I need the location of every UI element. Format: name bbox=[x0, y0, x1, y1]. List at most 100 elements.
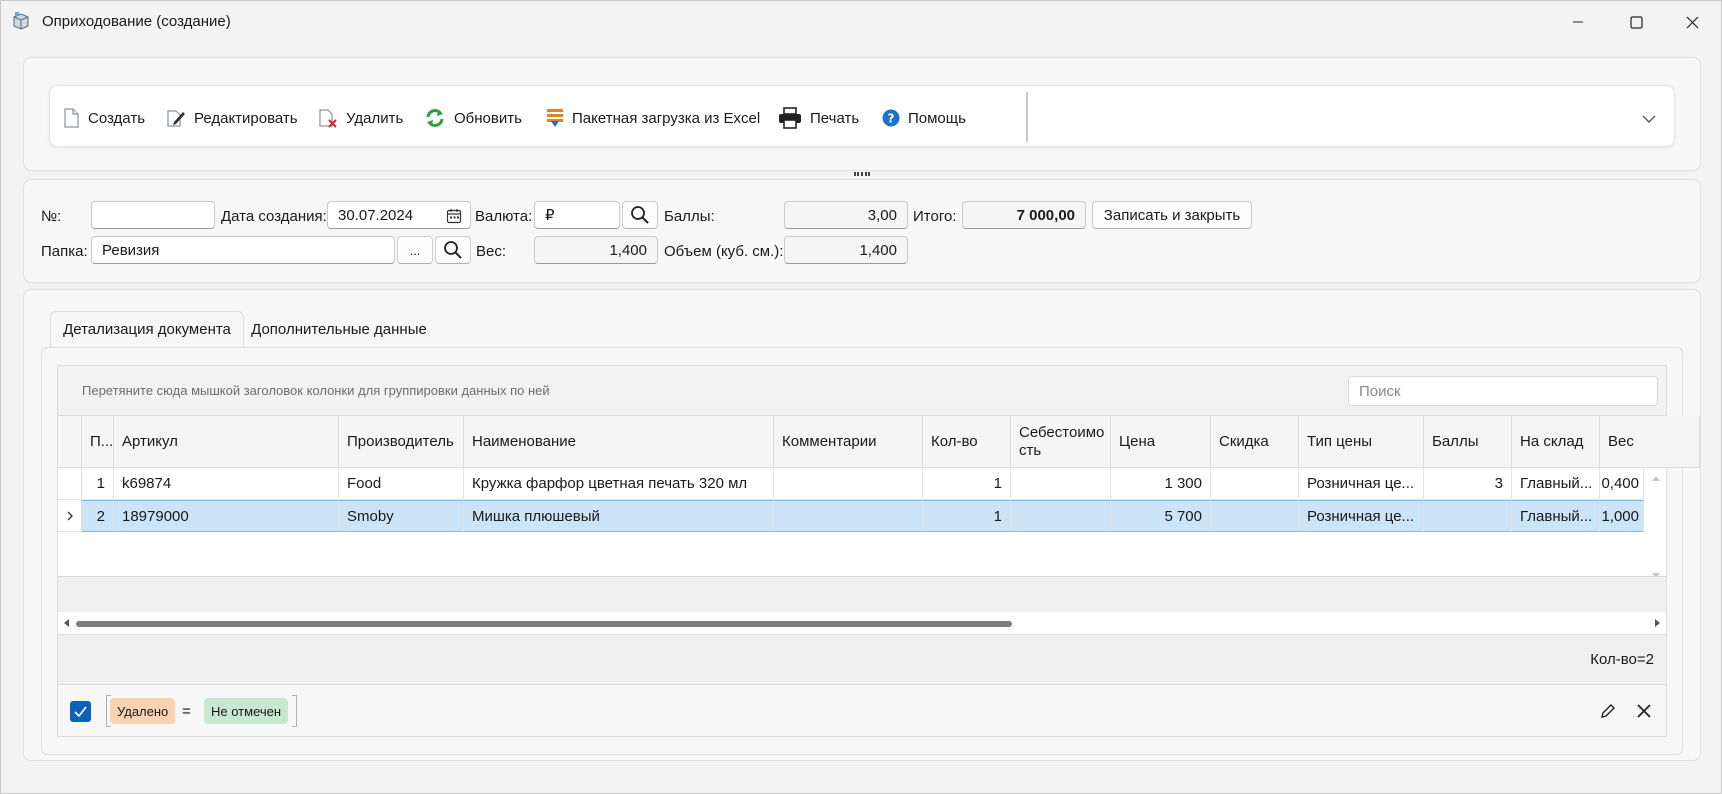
printer-icon bbox=[779, 107, 801, 129]
create-button[interactable]: Создать bbox=[62, 106, 145, 130]
column-header[interactable]: П... bbox=[82, 416, 114, 468]
group-hint: Перетяните сюда мышкой заголовок колонки… bbox=[82, 383, 550, 398]
refresh-button[interactable]: Обновить bbox=[424, 106, 522, 130]
save-close-button[interactable]: Записать и закрыть bbox=[1092, 201, 1252, 229]
grid-search-input[interactable]: Поиск bbox=[1348, 376, 1658, 406]
filter-enabled-checkbox[interactable] bbox=[70, 701, 91, 722]
chevron-down-icon[interactable] bbox=[1638, 108, 1660, 130]
import-excel-label: Пакетная загрузка из Excel bbox=[572, 109, 761, 127]
row-indicator[interactable] bbox=[58, 468, 82, 500]
cell-name[interactable]: Мишка плюшевый bbox=[464, 500, 774, 532]
number-field[interactable] bbox=[91, 201, 215, 229]
column-header[interactable]: Скидка bbox=[1211, 416, 1299, 468]
scroll-right-icon[interactable] bbox=[1654, 618, 1662, 628]
cell-weight[interactable]: 1,000 bbox=[1600, 500, 1644, 532]
filter-operator[interactable]: = bbox=[180, 698, 193, 724]
column-header[interactable]: Цена bbox=[1111, 416, 1211, 468]
cell-warehouse[interactable]: Главный... bbox=[1512, 500, 1600, 532]
maximize-icon bbox=[1629, 15, 1643, 29]
scroll-up-icon[interactable] bbox=[1651, 474, 1661, 482]
cell-comments[interactable] bbox=[774, 500, 923, 532]
column-header[interactable]: Кол-во bbox=[923, 416, 1011, 468]
table-row-selected[interactable]: 2 18979000 Smoby Мишка плюшевый 1 5 700 … bbox=[58, 500, 1644, 532]
currency-field[interactable]: ₽ bbox=[534, 201, 620, 229]
cell-manufacturer[interactable]: Smoby bbox=[339, 500, 464, 532]
row-indicator[interactable] bbox=[58, 500, 82, 532]
points-label: Баллы: bbox=[664, 208, 715, 225]
column-header[interactable]: Артикул bbox=[114, 416, 339, 468]
folder-browse-button[interactable]: ... bbox=[397, 236, 433, 264]
column-header[interactable]: На склад bbox=[1512, 416, 1600, 468]
cell-weight[interactable]: 0,400 bbox=[1600, 468, 1644, 500]
print-button[interactable]: Печать bbox=[778, 106, 859, 130]
cell-price-type[interactable]: Розничная це... bbox=[1299, 468, 1424, 500]
tab-additional-data[interactable]: Дополнительные данные bbox=[248, 311, 430, 347]
cell-cost[interactable] bbox=[1011, 468, 1111, 500]
row-indicator-header bbox=[58, 416, 82, 468]
points-field[interactable]: 3,00 bbox=[784, 201, 908, 229]
cell-quantity[interactable]: 1 bbox=[923, 468, 1011, 500]
splitter-grip[interactable] bbox=[854, 172, 870, 176]
currency-search-button[interactable] bbox=[622, 201, 658, 229]
import-excel-button[interactable]: Пакетная загрузка из Excel bbox=[546, 106, 760, 130]
delete-document-icon bbox=[319, 109, 337, 128]
cell-quantity[interactable]: 1 bbox=[923, 500, 1011, 532]
column-header[interactable]: Баллы bbox=[1424, 416, 1512, 468]
folder-field[interactable]: Ревизия bbox=[91, 236, 395, 264]
cell-manufacturer[interactable]: Food bbox=[339, 468, 464, 500]
cell-discount[interactable] bbox=[1211, 468, 1299, 500]
cell-comments[interactable] bbox=[774, 468, 923, 500]
filter-value-chip[interactable]: Не отмечен bbox=[204, 698, 289, 724]
column-header[interactable]: Наименование bbox=[464, 416, 774, 468]
column-header[interactable]: Комментарии bbox=[774, 416, 923, 468]
cell-article[interactable]: k69874 bbox=[114, 468, 339, 500]
volume-field[interactable]: 1,400 bbox=[784, 236, 908, 264]
edit-button[interactable]: Редактировать bbox=[166, 106, 298, 130]
maximize-button[interactable] bbox=[1607, 1, 1665, 43]
number-label: №: bbox=[41, 208, 62, 225]
cell-warehouse[interactable]: Главный... bbox=[1512, 468, 1600, 500]
column-header[interactable]: Производитель bbox=[339, 416, 464, 468]
calendar-icon[interactable] bbox=[446, 208, 462, 224]
cell-price[interactable]: 5 700 bbox=[1111, 500, 1211, 532]
table-row[interactable]: 1 k69874 Food Кружка фарфор цветная печа… bbox=[58, 468, 1644, 500]
cell-article[interactable]: 18979000 bbox=[114, 500, 339, 532]
delete-button[interactable]: Удалить bbox=[318, 106, 403, 130]
new-document-icon bbox=[64, 108, 79, 128]
folder-search-button[interactable] bbox=[435, 236, 471, 264]
currency-label: Валюта: bbox=[475, 208, 533, 225]
horizontal-scrollbar[interactable] bbox=[58, 612, 1666, 634]
cell-name[interactable]: Кружка фарфор цветная печать 320 мл bbox=[464, 468, 774, 500]
cell-price-type[interactable]: Розничная це... bbox=[1299, 500, 1424, 532]
minimize-button[interactable] bbox=[1549, 1, 1607, 43]
close-window-button[interactable] bbox=[1663, 1, 1721, 43]
tab-document-details[interactable]: Детализация документа bbox=[50, 311, 244, 347]
help-button[interactable]: ? Помощь bbox=[882, 106, 966, 130]
print-label: Печать bbox=[810, 109, 860, 127]
clear-filter-icon[interactable] bbox=[1636, 703, 1652, 719]
group-panel[interactable]: Перетяните сюда мышкой заголовок колонки… bbox=[58, 366, 1666, 416]
cell-points[interactable] bbox=[1424, 500, 1512, 532]
create-label: Создать bbox=[88, 109, 146, 127]
cell-cost[interactable] bbox=[1011, 500, 1111, 532]
horizontal-scroll-thumb[interactable] bbox=[76, 621, 1012, 627]
cell-discount[interactable] bbox=[1211, 500, 1299, 532]
filter-bracket-close bbox=[292, 695, 297, 727]
weight-field[interactable]: 1,400 bbox=[534, 236, 658, 264]
date-field[interactable]: 30.07.2024 bbox=[327, 201, 471, 229]
window-title: Оприходование (создание) bbox=[42, 13, 231, 30]
column-header[interactable]: Себестоимо сть bbox=[1011, 416, 1111, 468]
scroll-left-icon[interactable] bbox=[62, 618, 70, 628]
cell-points[interactable]: 3 bbox=[1424, 468, 1512, 500]
total-field[interactable]: 7 000,00 bbox=[962, 201, 1086, 229]
grid-status-bar: Кол-во=2 bbox=[58, 634, 1666, 684]
vertical-scrollbar[interactable] bbox=[1646, 468, 1666, 588]
filter-field-chip[interactable]: Удалено bbox=[110, 698, 176, 724]
search-icon bbox=[631, 206, 649, 224]
pencil-icon[interactable] bbox=[1600, 703, 1616, 719]
cell-position[interactable]: 1 bbox=[82, 468, 114, 500]
column-header[interactable]: Тип цены bbox=[1299, 416, 1424, 468]
cell-position[interactable]: 2 bbox=[82, 500, 114, 532]
cell-price[interactable]: 1 300 bbox=[1111, 468, 1211, 500]
column-header[interactable]: Вес bbox=[1600, 416, 1700, 468]
